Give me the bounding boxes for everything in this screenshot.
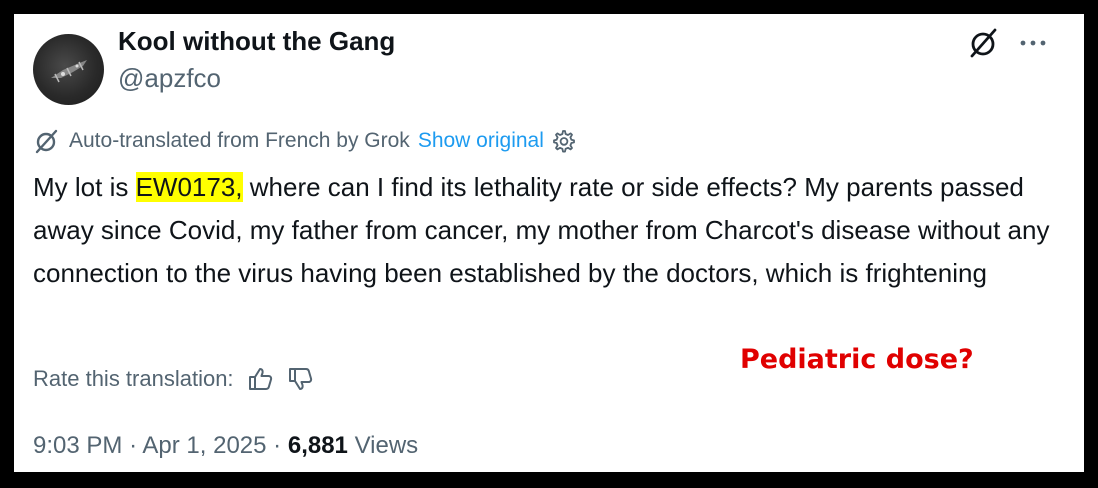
translation-notice: Auto-translated from French by Grok Show… bbox=[33, 126, 576, 156]
post-text: My lot is EW0173, where can I find its l… bbox=[33, 166, 1063, 295]
separator: · bbox=[273, 432, 282, 459]
grok-icon bbox=[35, 129, 58, 154]
views-count: 6,881 bbox=[287, 432, 348, 459]
annotation-text: Pediatric dose? bbox=[740, 344, 974, 375]
rate-translation-label: Rate this translation: bbox=[33, 366, 234, 391]
grok-icon[interactable] bbox=[967, 26, 1001, 60]
separator: · bbox=[129, 432, 138, 459]
post-metadata: 9:03 PM · Apr 1, 2025 · 6,881 Views bbox=[33, 432, 418, 460]
post-time[interactable]: 9:03 PM bbox=[33, 432, 122, 459]
avatar[interactable] bbox=[33, 34, 104, 105]
gear-icon[interactable] bbox=[550, 128, 576, 154]
lot-number-highlight: EW0173, bbox=[135, 172, 243, 202]
post-date[interactable]: Apr 1, 2025 bbox=[142, 432, 266, 459]
post-card: Kool without the Gang @apzfco Auto-trans… bbox=[14, 14, 1084, 472]
translation-note: Auto-translated from French by Grok bbox=[69, 129, 410, 152]
show-original-link[interactable]: Show original bbox=[418, 129, 544, 153]
thumbs-down-icon[interactable] bbox=[286, 365, 314, 393]
author-name[interactable]: Kool without the Gang bbox=[118, 26, 395, 57]
rate-translation: Rate this translation: bbox=[33, 364, 314, 394]
author-handle[interactable]: @apzfco bbox=[118, 63, 221, 94]
thumbs-up-icon[interactable] bbox=[246, 365, 274, 393]
views-label: Views bbox=[354, 432, 419, 459]
post-text-pre: My lot is bbox=[33, 172, 136, 202]
more-icon[interactable] bbox=[1016, 26, 1050, 60]
